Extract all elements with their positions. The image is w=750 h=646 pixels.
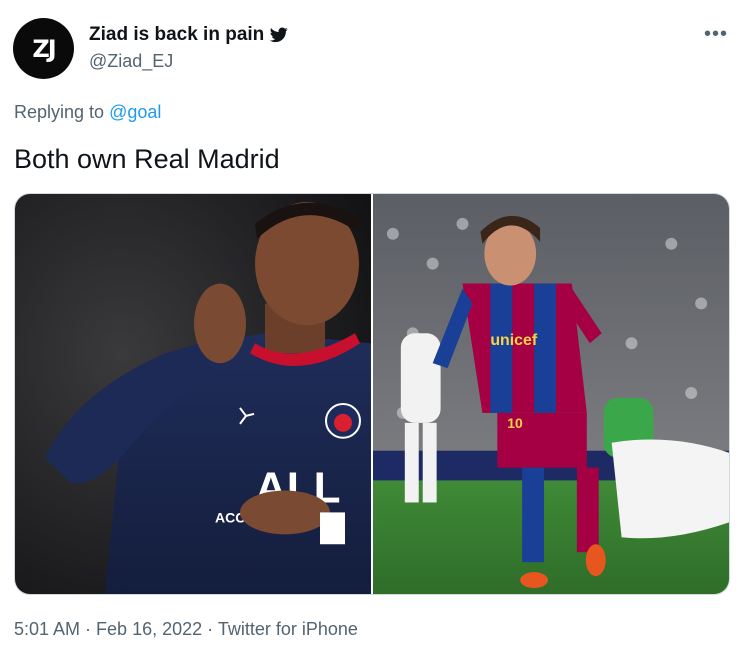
author-name-row: Ziad is back in pain — [89, 24, 288, 46]
more-options-icon[interactable]: ••• — [704, 24, 728, 44]
messi-photo-art: unicef 10 — [373, 194, 729, 594]
replying-to-label: Replying to — [14, 102, 105, 122]
twitter-bird-icon — [270, 27, 288, 43]
replying-to: Replying to @goal — [14, 102, 161, 123]
photo-messi-barcelona[interactable]: unicef 10 — [373, 194, 729, 594]
mbappe-photo-art: ALL ACC — [15, 194, 371, 594]
meta-separator-2: · — [202, 619, 218, 639]
author-handle[interactable]: @Ziad_EJ — [89, 51, 173, 72]
right-sponsor-text: unicef — [490, 332, 538, 349]
avatar-logo: ZJ — [32, 34, 56, 63]
right-number: 10 — [507, 415, 523, 431]
tweet-text: Both own Real Madrid — [14, 144, 280, 174]
tweet-media[interactable]: ALL ACC unicef 10 — [14, 193, 730, 595]
tweet-meta: 5:01 AM · Feb 16, 2022 · Twitter for iPh… — [14, 619, 358, 640]
reply-mention-link[interactable]: @goal — [109, 102, 161, 122]
avatar[interactable]: ZJ — [13, 18, 74, 79]
photo-mbappe-psg[interactable]: ALL ACC — [15, 194, 371, 594]
tweet-source[interactable]: Twitter for iPhone — [218, 619, 358, 639]
tweet-time[interactable]: 5:01 AM — [14, 619, 80, 639]
display-name[interactable]: Ziad is back in pain — [89, 24, 264, 46]
tweet-date[interactable]: Feb 16, 2022 — [96, 619, 202, 639]
meta-separator-1: · — [80, 619, 97, 639]
